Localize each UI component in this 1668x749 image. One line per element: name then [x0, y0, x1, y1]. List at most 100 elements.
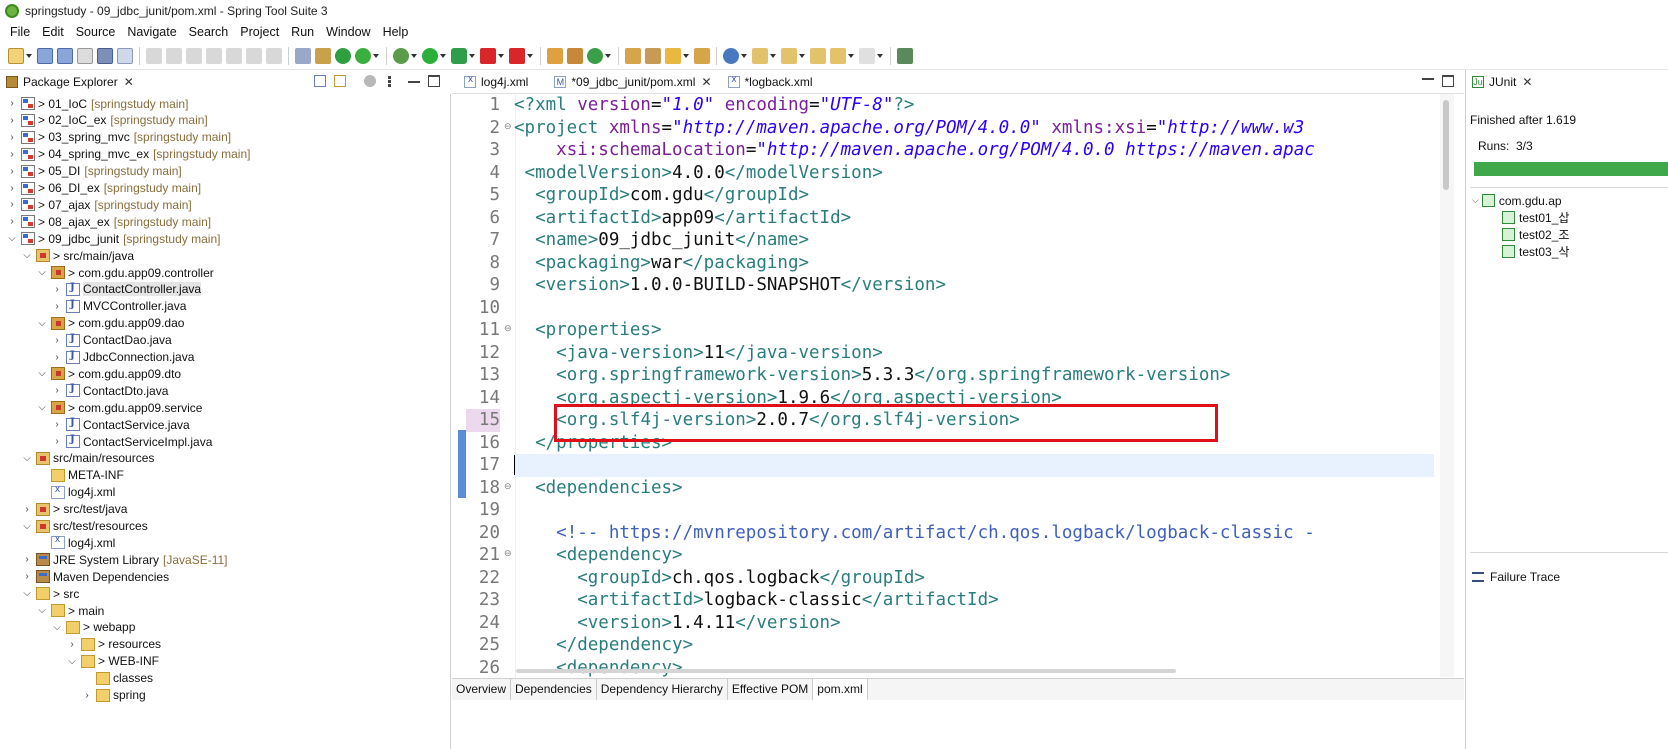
link-with-editor-icon[interactable]: [334, 75, 346, 87]
close-icon[interactable]: ✕: [124, 75, 134, 89]
previous-annotation-dropdown-icon[interactable]: [799, 53, 805, 58]
tree-item[interactable]: ⌵ > src: [21, 585, 79, 602]
tab-logback-xml[interactable]: *logback.xml: [722, 71, 819, 93]
chevron-right-icon[interactable]: ›: [6, 132, 18, 143]
run-dropdown-icon[interactable]: [440, 53, 446, 58]
previous-annotation-icon[interactable]: [781, 47, 797, 64]
code-line[interactable]: xsi:schemaLocation="http://maven.apache.…: [514, 139, 1315, 162]
stop-icon[interactable]: [480, 47, 496, 64]
next-annotation-dropdown-icon[interactable]: [770, 53, 776, 58]
open-task-icon[interactable]: [645, 47, 661, 64]
step-return-icon[interactable]: [266, 47, 282, 64]
tree-item[interactable]: › ContactDto.java: [51, 382, 168, 399]
tree-item[interactable]: › ContactService.java: [51, 416, 189, 433]
code-line[interactable]: <dependency>: [514, 657, 682, 678]
menu-project[interactable]: Project: [234, 22, 285, 42]
build-icon[interactable]: [315, 47, 331, 64]
chevron-right-icon[interactable]: ›: [66, 639, 78, 650]
code-line[interactable]: <packaging>war</packaging>: [514, 252, 809, 275]
coverage-dropdown-icon[interactable]: [469, 53, 475, 58]
chevron-down-icon[interactable]: ⌵: [51, 622, 63, 633]
tree-item[interactable]: › MVCController.java: [51, 298, 186, 315]
tree-item[interactable]: › > 02_IoC_ex [springstudy main]: [6, 112, 207, 129]
debug-dropdown-icon[interactable]: [411, 53, 417, 58]
step-into-icon[interactable]: [226, 47, 242, 64]
tree-item[interactable]: › Maven Dependencies: [21, 568, 169, 585]
test-case-row[interactable]: test02_조: [1502, 226, 1569, 243]
code-line[interactable]: <java-version>11</java-version>: [514, 342, 883, 365]
chevron-down-icon[interactable]: ⌵: [21, 250, 33, 261]
chevron-down-icon[interactable]: ⌵: [21, 521, 33, 532]
debug-icon[interactable]: [393, 47, 409, 64]
server-start-icon[interactable]: [335, 47, 351, 64]
tab-dependencies[interactable]: Dependencies: [511, 679, 597, 700]
search-icon[interactable]: [117, 47, 133, 64]
code-line[interactable]: <properties>: [514, 319, 661, 342]
chevron-right-icon[interactable]: ›: [51, 436, 63, 447]
new-java-project-icon[interactable]: [547, 47, 563, 64]
globe-icon[interactable]: [723, 47, 739, 64]
tree-item[interactable]: › > 01_IoC [springstudy main]: [6, 95, 188, 112]
tree-item[interactable]: META-INF: [36, 467, 124, 484]
globe-dropdown-icon[interactable]: [741, 53, 747, 58]
scrollbar-thumb[interactable]: [1443, 100, 1449, 190]
tree-item[interactable]: ⌵ > com.gdu.app09.dao: [36, 315, 184, 332]
filter-icon[interactable]: [364, 75, 376, 87]
chevron-right-icon[interactable]: ›: [6, 216, 18, 227]
refresh-dropdown-icon[interactable]: [373, 53, 379, 58]
close-icon[interactable]: ✕: [701, 75, 711, 89]
chevron-down-icon[interactable]: ⌵: [6, 233, 18, 244]
tree-item[interactable]: ⌵ src/test/resources: [21, 518, 148, 535]
refresh-icon[interactable]: [355, 47, 371, 64]
tree-item[interactable]: ⌵ src/main/resources: [21, 450, 154, 467]
menu-navigate[interactable]: Navigate: [121, 22, 182, 42]
skip-breakpoints-icon[interactable]: [295, 47, 311, 64]
external-tools-icon[interactable]: [509, 47, 525, 64]
tree-item[interactable]: › ContactServiceImpl.java: [51, 433, 212, 450]
chevron-down-icon[interactable]: ⌵: [36, 402, 48, 413]
annotation-icon[interactable]: [665, 47, 681, 64]
chevron-right-icon[interactable]: ›: [6, 166, 18, 177]
code-line[interactable]: [514, 454, 1434, 477]
chevron-right-icon[interactable]: ›: [51, 385, 63, 396]
suspend-icon[interactable]: [166, 47, 182, 64]
tree-item[interactable]: › > 06_DI_ex [springstudy main]: [6, 180, 201, 197]
back-dropdown-icon[interactable]: [848, 53, 854, 58]
console-icon[interactable]: [97, 47, 113, 64]
maximize-icon[interactable]: [1442, 75, 1454, 87]
tree-item[interactable]: › JRE System Library [JavaSE-11]: [21, 551, 227, 568]
menu-file[interactable]: File: [4, 22, 36, 42]
tree-item[interactable]: › > resources: [66, 636, 161, 653]
tree-item[interactable]: log4j.xml: [36, 534, 115, 551]
stop-dropdown-icon[interactable]: [498, 53, 504, 58]
chevron-right-icon[interactable]: ›: [6, 149, 18, 160]
tree-item[interactable]: › JdbcConnection.java: [51, 349, 194, 366]
code-line[interactable]: <org.springframework-version>5.3.3</org.…: [514, 364, 1230, 387]
chevron-right-icon[interactable]: ›: [51, 301, 63, 312]
forward-dropdown-icon[interactable]: [877, 53, 883, 58]
tree-item[interactable]: › > src/test/java: [21, 501, 127, 518]
horizontal-scrollbar[interactable]: [516, 669, 1176, 673]
code-line[interactable]: <name>09_jdbc_junit</name>: [514, 229, 809, 252]
minimize-icon[interactable]: [408, 81, 420, 83]
chevron-right-icon[interactable]: ›: [21, 554, 33, 565]
chevron-down-icon[interactable]: ⌵: [21, 453, 33, 464]
chevron-right-icon[interactable]: ›: [6, 115, 18, 126]
menu-source[interactable]: Source: [70, 22, 122, 42]
minimize-icon[interactable]: [1422, 78, 1434, 80]
chevron-right-icon[interactable]: ›: [51, 419, 63, 430]
chevron-down-icon[interactable]: ⌵: [36, 318, 48, 329]
xml-source-editor[interactable]: 1 2 ⊖ 3 4 5 6 7 8 9 10 11 ⊖ 12 13 14 15 16 17 18 ⊖ 19 20 21 ⊖ 22 2…: [452, 94, 1464, 677]
code-line[interactable]: <!-- https://mvnrepository.com/artifact/…: [514, 522, 1315, 545]
chevron-down-icon[interactable]: ⌵: [21, 588, 33, 599]
tab-junit[interactable]: Ju JUnit ✕: [1466, 71, 1539, 93]
tree-item[interactable]: log4j.xml: [36, 484, 115, 501]
run-icon[interactable]: [422, 47, 438, 64]
code-line[interactable]: <version>1.0.0-BUILD-SNAPSHOT</version>: [514, 274, 946, 297]
open-type-icon[interactable]: [625, 47, 641, 64]
code-line[interactable]: <groupId>com.gdu</groupId>: [514, 184, 809, 207]
step-over-icon[interactable]: [246, 47, 262, 64]
chevron-right-icon[interactable]: ›: [51, 335, 63, 346]
test-case-row[interactable]: test01_삽: [1502, 209, 1569, 226]
code-line[interactable]: <version>1.4.11</version>: [514, 612, 840, 635]
